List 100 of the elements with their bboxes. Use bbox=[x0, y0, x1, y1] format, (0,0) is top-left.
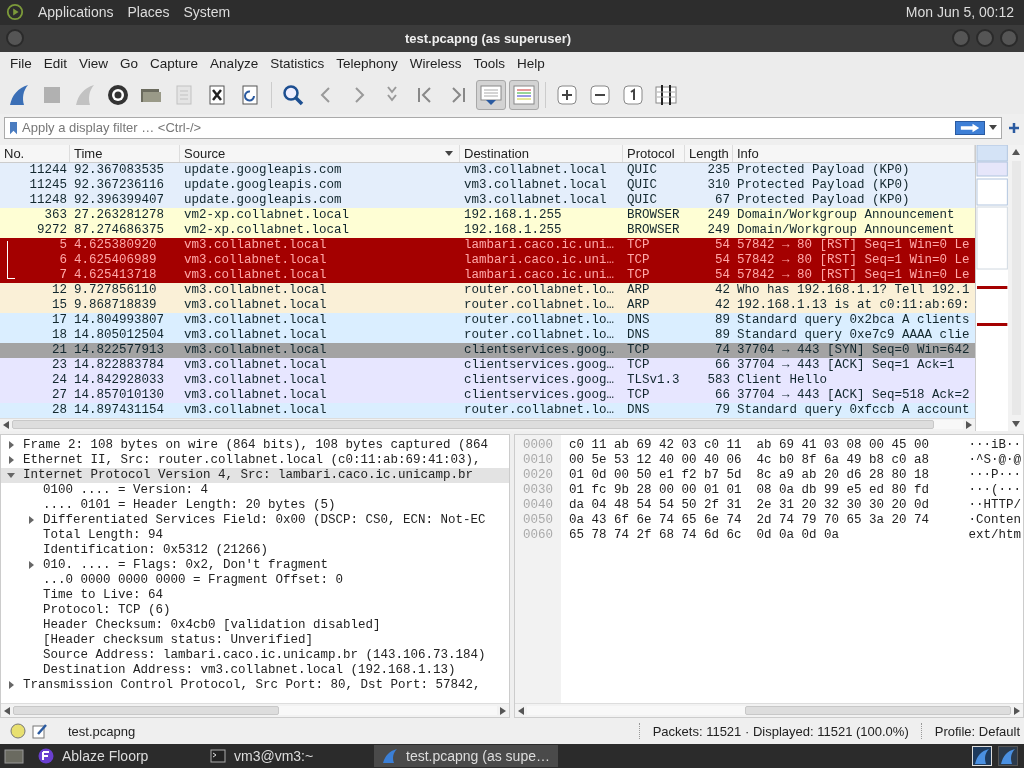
detail-row[interactable]: Header Checksum: 0x4cb0 [validation disabled] bbox=[1, 617, 509, 633]
toolbar-button[interactable] bbox=[476, 79, 506, 110]
expander-icon[interactable] bbox=[7, 441, 15, 450]
horizontal-scrollbar[interactable] bbox=[515, 703, 1023, 718]
ascii-bytes: ··HTTP/ bbox=[967, 497, 1022, 513]
detail-row[interactable]: Ethernet II, Src: router.collabnet.local (c0:11:ab:69:41:03), bbox=[1, 452, 509, 468]
table-cell-text: vm3.collabnet.local bbox=[183, 267, 328, 283]
table-cell-text: 14.897431154 bbox=[73, 402, 165, 418]
column-header[interactable]: No. bbox=[0, 144, 70, 162]
menu-item[interactable]: Help bbox=[511, 56, 551, 72]
search-icon bbox=[281, 82, 305, 107]
table-cell-text: router.collabnet.lo… bbox=[463, 402, 616, 418]
byte-offset: 0050 bbox=[522, 512, 554, 528]
display-filter-field[interactable]: Apply a display filter … <Ctrl-/> bbox=[4, 116, 1002, 139]
detail-row[interactable]: Identification: 0x5312 (21266) bbox=[1, 542, 509, 558]
detail-row[interactable]: Frame 2: 108 bytes on wire (864 bits), 108 bytes captured (864 bbox=[1, 437, 509, 453]
detail-row[interactable]: [Header checksum status: Unverified] bbox=[1, 632, 509, 648]
down-arrow-icon[interactable] bbox=[1012, 420, 1021, 427]
logo-icon[interactable] bbox=[6, 3, 24, 22]
detail-row[interactable]: Transmission Control Protocol, Src Port: 80, Dst Port: 57842, bbox=[1, 677, 509, 693]
menu-item[interactable]: Go bbox=[114, 56, 145, 72]
detail-row[interactable]: 010. .... = Flags: 0x2, Don't fragment bbox=[1, 557, 509, 573]
packet-counts: Packets: 11521 · Displayed: 11521 (100.0%) bbox=[652, 723, 909, 739]
detail-row[interactable]: Source Address: lambari.caco.ic.unicamp.br (143.106.73.184) bbox=[1, 647, 509, 663]
plus-icon[interactable] bbox=[1008, 121, 1020, 134]
table-cell-text: Protected Payload (KP0) bbox=[736, 177, 911, 193]
column-header[interactable]: Info bbox=[733, 144, 975, 162]
right-arrow-icon[interactable] bbox=[1014, 706, 1020, 715]
panel-menu[interactable]: Applications bbox=[38, 4, 114, 21]
window-title: test.pcapng (as superuser) bbox=[403, 30, 573, 46]
bookmark-icon[interactable] bbox=[9, 120, 18, 135]
menu-item[interactable]: Statistics bbox=[264, 56, 331, 72]
left-arrow-icon[interactable] bbox=[3, 420, 9, 429]
table-cell-text: router.collabnet.lo… bbox=[463, 327, 616, 343]
table-cell-text: TCP bbox=[626, 267, 651, 283]
detail-row[interactable]: 0100 .... = Version: 4 bbox=[1, 482, 509, 498]
table-cell-text: Standard query 0xe7c9 AAAA clie bbox=[736, 327, 971, 343]
table-cell-text: router.collabnet.lo… bbox=[463, 297, 616, 313]
table-cell-text: BROWSER bbox=[626, 222, 681, 238]
expert-info-icon[interactable] bbox=[10, 723, 26, 740]
column-header[interactable]: Protocol bbox=[623, 144, 685, 162]
shark-fin-icon bbox=[73, 82, 97, 107]
column-header[interactable]: Time bbox=[70, 144, 180, 162]
shark-fin-icon bbox=[382, 748, 398, 765]
table-cell-text: 54 bbox=[714, 237, 731, 253]
table-cell-text: clientservices.goog… bbox=[463, 357, 616, 373]
filter-input[interactable]: Apply a display filter … <Ctrl-/> bbox=[22, 120, 951, 136]
workspace-icon[interactable] bbox=[998, 746, 1018, 767]
edit-icon[interactable] bbox=[32, 723, 48, 740]
expander-icon[interactable] bbox=[27, 561, 35, 570]
clock[interactable]: Mon Jun 5, 00:12 bbox=[905, 4, 1018, 21]
taskbar-button[interactable]: test.pcapng (as supe… bbox=[374, 745, 558, 768]
expander-icon[interactable] bbox=[7, 456, 15, 465]
detail-row[interactable]: Time to Live: 64 bbox=[1, 587, 509, 603]
menu-item[interactable]: Tools bbox=[467, 56, 511, 72]
detail-row[interactable]: .... 0101 = Header Length: 20 bytes (5) bbox=[1, 497, 509, 513]
table-cell-text: 27 bbox=[51, 387, 68, 403]
taskbar-button[interactable]: vm3@vm3:~ bbox=[202, 745, 368, 768]
menu-item[interactable]: Wireless bbox=[403, 56, 468, 72]
detail-row[interactable]: Protocol: TCP (6) bbox=[1, 602, 509, 618]
profile-label[interactable]: Profile: Default bbox=[934, 723, 1020, 739]
table-cell-text: vm2-xp.collabnet.local bbox=[183, 207, 351, 223]
table-cell-text: 17 bbox=[51, 312, 68, 328]
menu-item[interactable]: View bbox=[73, 56, 115, 72]
detail-row[interactable]: Internet Protocol Version 4, Src: lambari.caco.ic.unicamp.br bbox=[1, 467, 509, 483]
vertical-scrollbar[interactable] bbox=[1008, 144, 1024, 431]
column-header[interactable]: Destination bbox=[460, 144, 623, 162]
menu-item[interactable]: Edit bbox=[37, 56, 74, 72]
table-cell-text: clientservices.goog… bbox=[463, 372, 616, 388]
menu-item[interactable]: File bbox=[4, 56, 38, 72]
menu-item[interactable]: Analyze bbox=[204, 56, 265, 72]
column-header[interactable]: Source bbox=[180, 144, 460, 162]
up-arrow-icon[interactable] bbox=[1012, 148, 1021, 155]
left-arrow-icon[interactable] bbox=[518, 706, 524, 715]
taskbar-button[interactable]: Ablaze Floorp bbox=[30, 745, 196, 768]
apply-filter-button[interactable] bbox=[955, 120, 985, 135]
detail-row[interactable]: ...0 0000 0000 0000 = Fragment Offset: 0 bbox=[1, 572, 509, 588]
expander-icon[interactable] bbox=[27, 516, 35, 525]
table-cell-text: 57842 → 80 [RST] Seq=1 Win=0 Le bbox=[736, 252, 971, 268]
column-header[interactable]: Length bbox=[685, 144, 733, 162]
panel-menu[interactable]: Places bbox=[127, 4, 170, 21]
folder-icon[interactable] bbox=[4, 747, 24, 766]
expander-icon[interactable] bbox=[7, 681, 15, 690]
detail-row[interactable]: Destination Address: vm3.collabnet.local (192.168.1.13) bbox=[1, 662, 509, 678]
table-cell-text: 7 bbox=[58, 267, 68, 283]
detail-row[interactable]: Total Length: 94 bbox=[1, 527, 509, 543]
horizontal-scrollbar[interactable] bbox=[1, 703, 509, 718]
table-cell-text: 14.805012504 bbox=[73, 327, 165, 343]
expander-icon[interactable] bbox=[7, 471, 15, 480]
right-arrow-icon[interactable] bbox=[966, 420, 972, 429]
panel-menu[interactable]: System bbox=[183, 4, 231, 21]
left-arrow-icon[interactable] bbox=[4, 706, 10, 715]
caret-icon[interactable] bbox=[989, 124, 997, 131]
detail-row[interactable]: Differentiated Services Field: 0x00 (DSCP: CS0, ECN: Not-EC bbox=[1, 512, 509, 528]
table-cell-text: 74 bbox=[714, 342, 731, 358]
table-cell-text: vm3.collabnet.local bbox=[183, 237, 328, 253]
right-arrow-icon[interactable] bbox=[500, 706, 506, 715]
menu-item[interactable]: Telephony bbox=[330, 56, 404, 72]
table-cell-text: 66 bbox=[714, 357, 731, 373]
menu-item[interactable]: Capture bbox=[144, 56, 205, 72]
